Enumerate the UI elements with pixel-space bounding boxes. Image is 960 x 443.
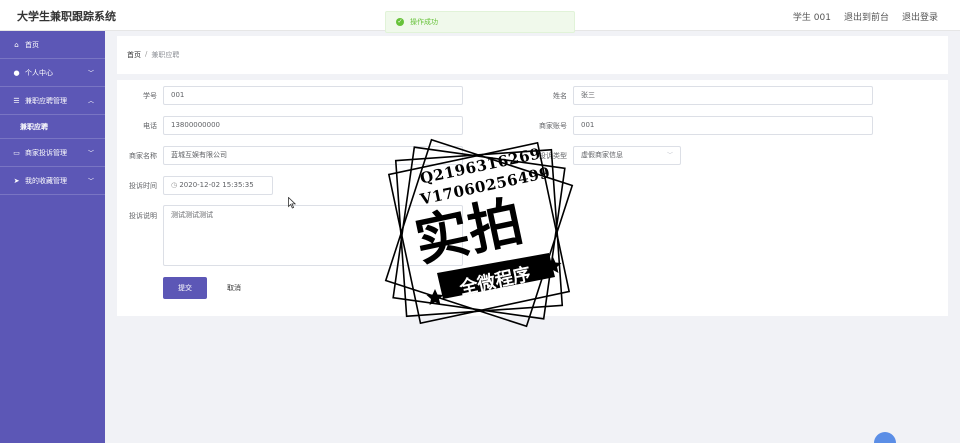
breadcrumb-separator: / [145,50,148,58]
chevron-down-icon: ﹀ [87,150,94,157]
watermark-stamp: Q2196316269 V17060256499 实拍 全微程序 [373,127,585,339]
breadcrumb-card: 首页 / 兼职应聘 [117,36,948,74]
sidebar-item-personal-center[interactable]: ● 个人中心 ﹀ [0,59,105,87]
merchant-name-label: 商家名称 [129,152,157,160]
sidebar-item-home[interactable]: ⌂ 首页 [0,31,105,59]
toast-message: 操作成功 [410,18,438,26]
breadcrumb-home[interactable]: 首页 [127,50,141,60]
chevron-up-icon: ︿ [87,98,94,105]
user-actions: 学生 001 退出到前台 退出登录 [793,10,938,23]
phone-label: 电话 [143,122,157,130]
sidebar-item-label: 首页 [25,40,39,49]
complaint-type-value: 虚假商家信息 [581,151,623,159]
name-input[interactable]: 张三 [573,86,873,105]
sidebar: ⌂ 首页 ● 个人中心 ﹀ ☰ 兼职应聘管理 ︿ 兼职应聘 ▭ 商家投诉管理 ﹀… [0,31,105,443]
app-title: 大学生兼职跟踪系统 [17,10,116,23]
cancel-button[interactable]: 取消 [217,277,251,299]
sidebar-item-label: 兼职应聘管理 [25,96,67,105]
sidebar-item-merchant-complaint-mgmt[interactable]: ▭ 商家投诉管理 ﹀ [0,139,105,167]
card-icon: ▭ [13,148,20,157]
student-id-label: 学号 [143,92,157,100]
current-user-label: 学生 001 [792,13,831,23]
chevron-down-icon: ﹀ [87,70,94,77]
name-label: 姓名 [553,92,567,100]
success-toast: ✓ 操作成功 [385,11,575,33]
complaint-time-label: 投诉时间 [129,182,157,190]
complaint-desc-label: 投诉说明 [129,212,157,220]
list-icon: ☰ [13,96,20,105]
sidebar-item-favorites-mgmt[interactable]: ➤ 我的收藏管理 ﹀ [0,167,105,195]
sidebar-item-job-application-mgmt[interactable]: ☰ 兼职应聘管理 ︿ [0,87,105,115]
complaint-time-picker[interactable]: ◷ 2020-12-02 15:35:35 [163,176,273,195]
home-icon: ⌂ [14,40,19,49]
logout-link[interactable]: 退出登录 [902,10,938,23]
sidebar-subitem-job-application[interactable]: 兼职应聘 [0,115,105,139]
floating-action-button[interactable] [874,432,896,443]
breadcrumb: 首页 / 兼职应聘 [127,50,179,60]
sidebar-item-label: 我的收藏管理 [25,176,67,185]
chevron-down-icon: ﹀ [666,152,673,159]
sidebar-item-label: 商家投诉管理 [25,148,67,157]
student-id-input[interactable]: 001 [163,86,463,105]
back-to-front-link[interactable]: 退出到前台 [844,10,889,23]
complaint-time-value: 2020-12-02 15:35:35 [179,181,254,189]
submit-button[interactable]: 提交 [163,277,207,299]
complaint-type-select[interactable]: 虚假商家信息 ﹀ [573,146,681,165]
clock-icon: ◷ [171,181,178,189]
user-icon: ● [13,68,20,77]
merchant-account-input[interactable]: 001 [573,116,873,135]
send-icon: ➤ [13,176,20,185]
mouse-cursor-icon [288,197,296,209]
sidebar-item-label: 个人中心 [25,68,53,77]
check-circle-icon: ✓ [396,18,404,26]
chevron-down-icon: ﹀ [87,178,94,185]
breadcrumb-current: 兼职应聘 [151,51,180,59]
sidebar-subitem-label: 兼职应聘 [20,122,48,131]
